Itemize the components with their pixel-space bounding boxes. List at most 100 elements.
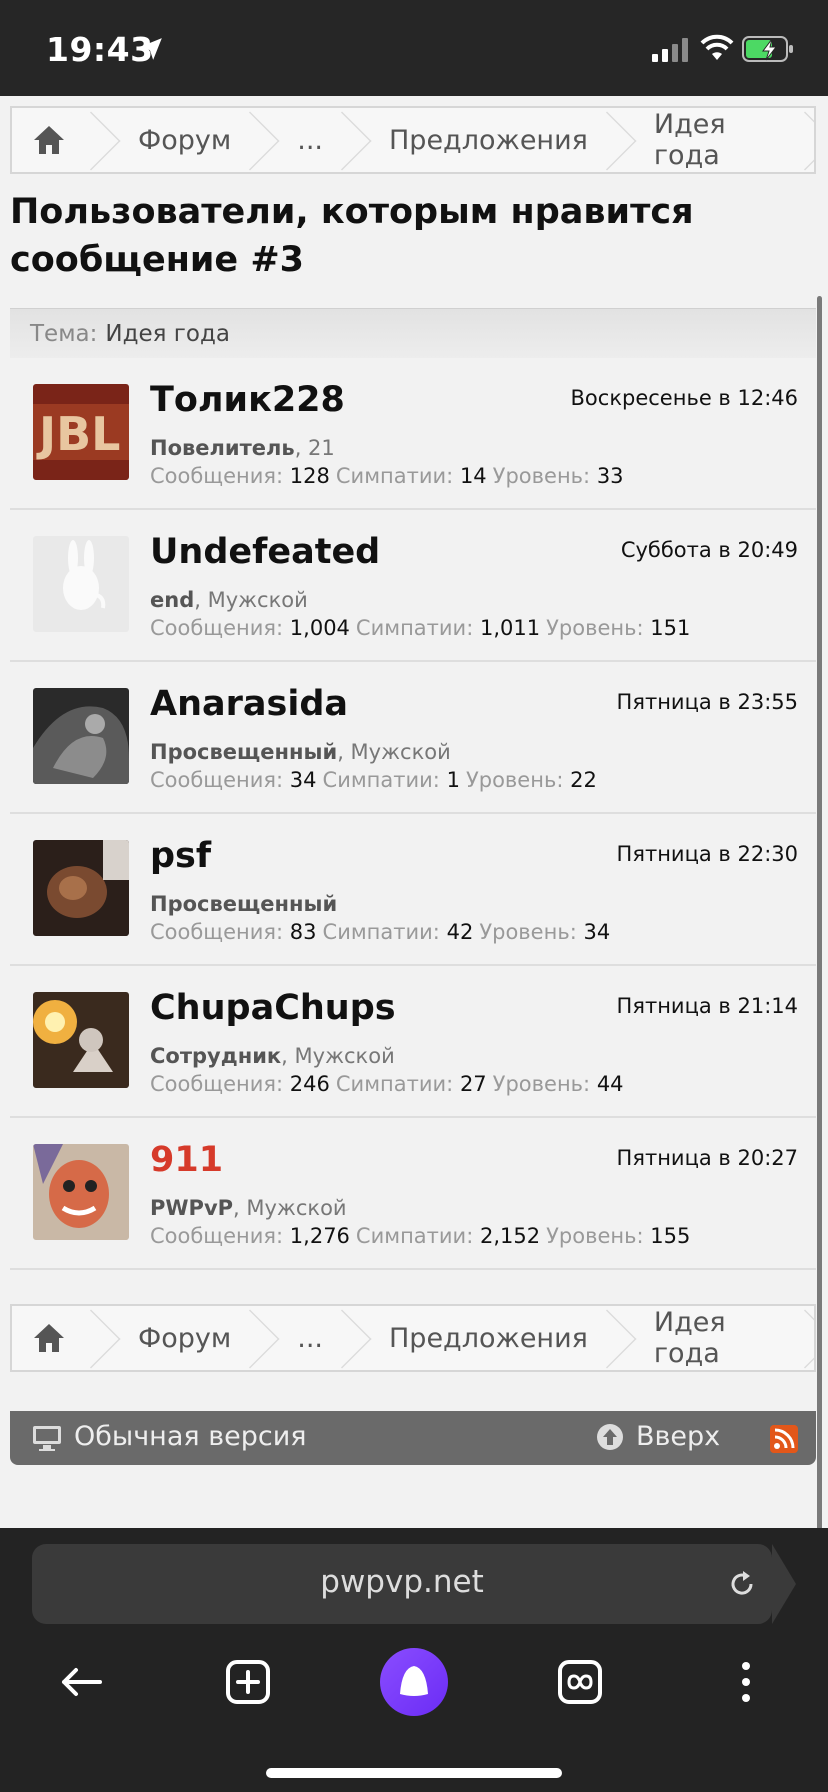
- level-label: Уровень:: [546, 616, 644, 640]
- avatar[interactable]: [33, 536, 129, 632]
- breadcrumb-forum[interactable]: Форум: [100, 1306, 259, 1370]
- messages-count: 83: [289, 920, 317, 944]
- likes-count: 42: [446, 920, 474, 944]
- level-label: Уровень:: [492, 1072, 591, 1096]
- user-role: end: [150, 588, 195, 612]
- likes-label: Симпатии:: [355, 616, 474, 640]
- scroll-top-link[interactable]: Вверх: [636, 1421, 720, 1452]
- avatar[interactable]: [33, 688, 129, 784]
- breadcrumb-ellipsis[interactable]: ...: [259, 1306, 351, 1370]
- thread-label: Тема:: [30, 320, 98, 347]
- breadcrumb-suggestions[interactable]: Предложения: [351, 108, 616, 172]
- likes-label: Симпатии:: [335, 1072, 454, 1096]
- more-menu-icon[interactable]: [716, 1652, 776, 1712]
- back-arrow-icon[interactable]: [52, 1652, 112, 1712]
- likes-label: Симпатии:: [335, 464, 454, 488]
- messages-count: 1,276: [289, 1224, 350, 1248]
- alice-icon: [400, 1666, 428, 1696]
- tabs-switcher-icon[interactable]: [550, 1652, 610, 1712]
- breadcrumb-bottom: Форум ... Предложения Идея года: [10, 1304, 816, 1372]
- list-item: ChupaChups Пятница в 21:14 Сотрудник, Му…: [10, 966, 816, 1118]
- user-role: Повелитель: [150, 436, 295, 460]
- likes-count: 1,011: [479, 616, 541, 640]
- desktop-version-link[interactable]: Обычная версия: [74, 1421, 307, 1452]
- location-arrow-icon: [140, 38, 162, 60]
- avatar[interactable]: [33, 840, 129, 936]
- arrow-up-circle-icon: [597, 1424, 623, 1450]
- avatar[interactable]: [33, 1144, 129, 1240]
- status-bar: 19:43: [0, 0, 828, 96]
- footer-bar: Обычная версия Вверх: [10, 1411, 816, 1465]
- likes-label: Симпатии:: [322, 768, 440, 792]
- level-label: Уровень:: [479, 920, 577, 944]
- home-icon: [34, 1324, 64, 1352]
- page-scrollbar[interactable]: [817, 296, 822, 1528]
- breadcrumb-suggestions[interactable]: Предложения: [351, 1306, 616, 1370]
- user-name-link[interactable]: psf: [150, 836, 211, 876]
- alice-assistant-button[interactable]: [380, 1648, 448, 1716]
- battery-charging-icon: [742, 36, 793, 62]
- user-extra: , Мужской: [233, 1196, 347, 1220]
- user-role: Сотрудник: [150, 1044, 282, 1068]
- wifi-icon: [700, 34, 734, 60]
- svg-text:JBL: JBL: [36, 407, 121, 461]
- user-name-link[interactable]: ChupaChups: [150, 988, 396, 1028]
- list-item: Undefeated Суббота в 20:49 end, Мужской …: [10, 510, 816, 662]
- messages-label: Сообщения:: [150, 616, 284, 640]
- messages-label: Сообщения:: [150, 464, 284, 488]
- user-title: Просвещенный, Мужской: [150, 740, 451, 764]
- like-time: Суббота в 20:49: [620, 538, 798, 562]
- user-stats: Сообщения: 246 Симпатии: 27 Уровень: 44: [150, 1072, 630, 1096]
- likes-count: 2,152: [479, 1224, 541, 1248]
- level-value: 22: [570, 768, 597, 792]
- level-label: Уровень:: [465, 768, 564, 792]
- user-title: Сотрудник, Мужской: [150, 1044, 395, 1068]
- user-role: PWPvP: [150, 1196, 234, 1220]
- breadcrumb-forum[interactable]: Форум: [100, 108, 259, 172]
- user-title: end, Мужской: [150, 588, 308, 612]
- user-name-link[interactable]: 911: [150, 1140, 223, 1180]
- page-title: Пользователи, которым нравится сообщение…: [10, 192, 694, 280]
- user-name-link[interactable]: Anarasida: [150, 684, 348, 724]
- desktop-icon: [33, 1426, 61, 1451]
- breadcrumb-home[interactable]: [12, 108, 100, 172]
- like-time: Пятница в 22:30: [616, 842, 798, 866]
- messages-count: 1,004: [289, 616, 350, 640]
- avatar[interactable]: JBL: [33, 384, 129, 480]
- user-name-link[interactable]: Толик228: [150, 380, 345, 420]
- user-title: PWPvP, Мужской: [150, 1196, 347, 1220]
- user-extra: , 21: [294, 436, 335, 460]
- like-time: Пятница в 23:55: [616, 690, 798, 714]
- user-stats: Сообщения: 128 Симпатии: 14 Уровень: 33: [150, 464, 630, 488]
- address-bar[interactable]: pwpvp.net: [32, 1544, 796, 1624]
- likes-count: 27: [459, 1072, 487, 1096]
- user-stats: Сообщения: 34 Симпатии: 1 Уровень: 22: [150, 768, 603, 792]
- home-indicator: [266, 1768, 562, 1778]
- user-title: Просвещенный: [150, 892, 337, 916]
- user-name-link[interactable]: Undefeated: [150, 532, 380, 572]
- level-value: 44: [596, 1072, 624, 1096]
- user-role: Просвещенный: [150, 892, 338, 916]
- like-time: Пятница в 20:27: [616, 1146, 798, 1170]
- likes-count: 14: [459, 464, 487, 488]
- breadcrumb-thread[interactable]: Идея года: [616, 108, 814, 172]
- list-item: JBL Толик228 Воскресенье в 12:46 Повелит…: [10, 358, 816, 510]
- level-label: Уровень:: [546, 1224, 644, 1248]
- level-value: 34: [583, 920, 611, 944]
- users-list: JBL Толик228 Воскресенье в 12:46 Повелит…: [10, 358, 816, 1270]
- thread-info-bar: Тема: Идея года: [10, 308, 816, 358]
- breadcrumb-ellipsis[interactable]: ...: [259, 108, 351, 172]
- breadcrumb-thread[interactable]: Идея года: [616, 1306, 814, 1370]
- user-role: Просвещенный: [150, 740, 338, 764]
- user-title: Повелитель, 21: [150, 436, 335, 460]
- messages-label: Сообщения:: [150, 1224, 284, 1248]
- breadcrumb-home[interactable]: [12, 1306, 100, 1370]
- rss-icon[interactable]: [770, 1425, 798, 1453]
- avatar[interactable]: [33, 992, 129, 1088]
- user-extra: , Мужской: [281, 1044, 395, 1068]
- messages-count: 246: [289, 1072, 330, 1096]
- new-tab-icon[interactable]: [218, 1652, 278, 1712]
- thread-link[interactable]: Идея года: [105, 321, 230, 347]
- reload-icon[interactable]: [726, 1568, 758, 1600]
- user-extra: , Мужской: [337, 740, 451, 764]
